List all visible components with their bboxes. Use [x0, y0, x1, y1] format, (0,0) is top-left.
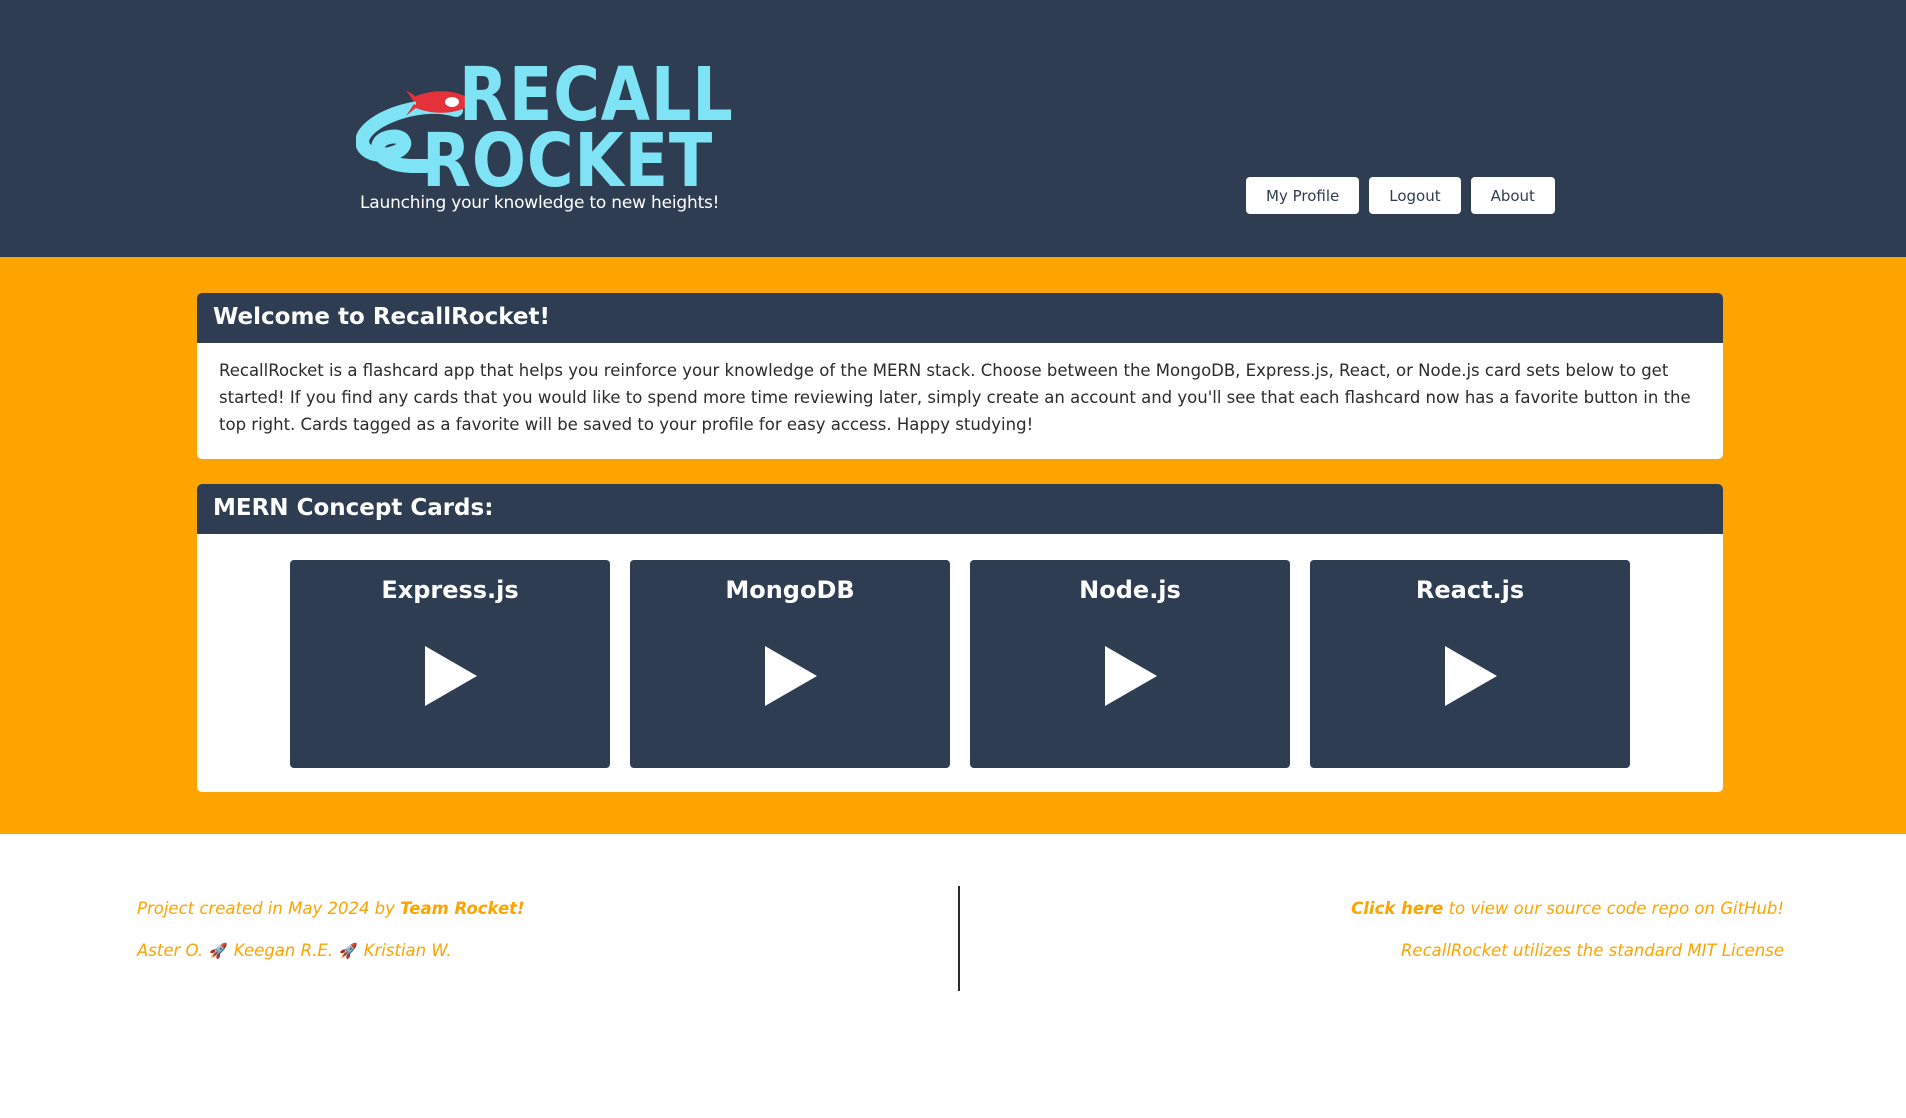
card-set-mongodb[interactable]: MongoDB: [630, 560, 950, 768]
tagline: Launching your knowledge to new heights!: [360, 193, 720, 213]
license-text: RecallRocket utilizes the standard MIT L…: [1400, 941, 1784, 960]
concept-cards-panel: MERN Concept Cards: Express.js MongoDB N…: [197, 484, 1723, 792]
footer-created-text: Project created in May 2024 by: [137, 899, 401, 918]
logout-button[interactable]: Logout: [1369, 177, 1461, 214]
github-repo-link[interactable]: Click here: [1351, 899, 1443, 918]
card-set-express[interactable]: Express.js: [290, 560, 610, 768]
footer-created-line: Project created in May 2024 by Team Rock…: [137, 898, 525, 940]
site-footer: Project created in May 2024 by Team Rock…: [0, 834, 1906, 1118]
site-header: RECALL ROCKET Launching your knowledge t…: [0, 0, 1906, 257]
play-icon[interactable]: [425, 646, 477, 706]
footer-credits: Project created in May 2024 by Team Rock…: [137, 898, 525, 982]
card-set-label: React.js: [1415, 576, 1525, 604]
header-nav: My Profile Logout About: [1246, 177, 1555, 214]
member-name: Kristian W.: [363, 941, 452, 960]
play-icon[interactable]: [1445, 646, 1497, 706]
about-button[interactable]: About: [1470, 177, 1555, 214]
card-set-reactjs[interactable]: React.js: [1310, 560, 1630, 768]
welcome-body: RecallRocket is a flashcard app that hel…: [219, 361, 1691, 434]
card-set-label: MongoDB: [725, 576, 855, 604]
member-name: Keegan R.E.: [233, 941, 333, 960]
card-set-label: Express.js: [381, 576, 519, 604]
footer-divider: [958, 886, 960, 991]
footer-members-line: Aster O. 🚀 Keegan R.E. 🚀 Kristian W.: [137, 940, 525, 982]
play-icon[interactable]: [765, 646, 817, 706]
main-content: Welcome to RecallRocket! RecallRocket is…: [0, 257, 1906, 834]
play-icon[interactable]: [1105, 646, 1157, 706]
card-set-label: Node.js: [1079, 576, 1181, 604]
concept-cards-title: MERN Concept Cards:: [197, 484, 1723, 534]
logo-word-rocket: ROCKET: [422, 118, 714, 204]
rocket-emoji-icon: 🚀: [209, 942, 228, 960]
member-name: Aster O.: [137, 941, 204, 960]
team-name: Team Rocket!: [400, 899, 525, 918]
github-repo-text: to view our source code repo on GitHub!: [1443, 899, 1784, 918]
rocket-emoji-icon: 🚀: [339, 942, 358, 960]
my-profile-button[interactable]: My Profile: [1246, 177, 1360, 214]
footer-links: Click here to view our source code repo …: [1351, 898, 1784, 982]
footer-repo-line: Click here to view our source code repo …: [1351, 898, 1784, 940]
welcome-title: Welcome to RecallRocket!: [197, 293, 1723, 343]
welcome-panel: Welcome to RecallRocket! RecallRocket is…: [197, 293, 1723, 459]
card-set-list: Express.js MongoDB Node.js React.js: [290, 560, 1630, 768]
card-set-nodejs[interactable]: Node.js: [970, 560, 1290, 768]
